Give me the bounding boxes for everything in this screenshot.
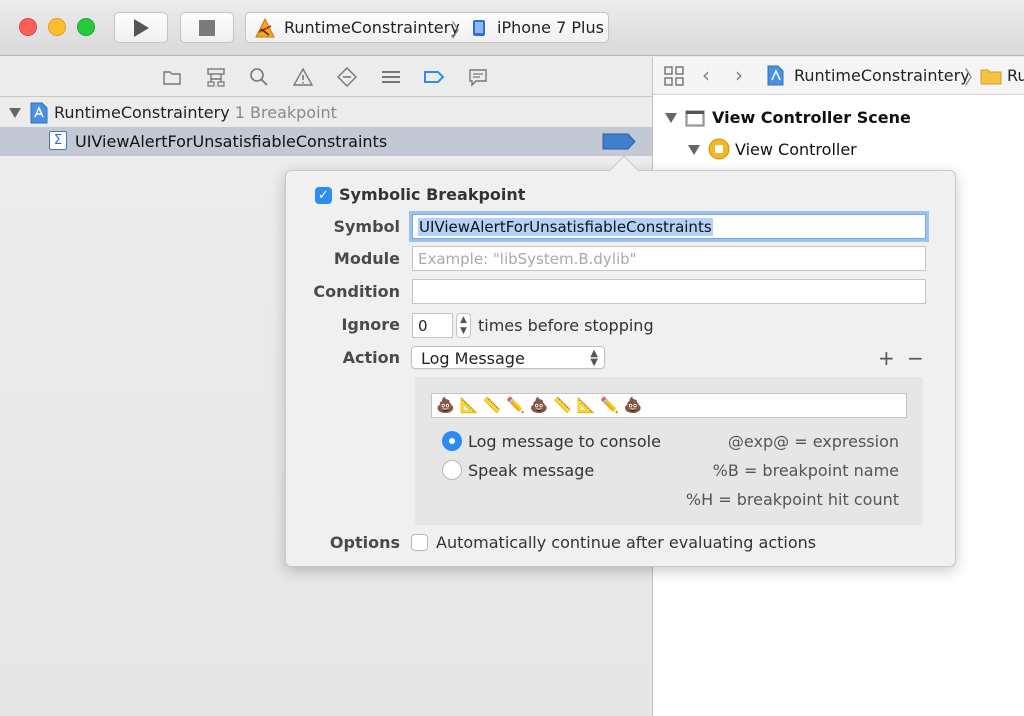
- action-type-popup[interactable]: Log Message ▲ ▼: [411, 346, 605, 369]
- popover-title: Symbolic Breakpoint: [339, 185, 526, 204]
- speak-message-radio[interactable]: [442, 460, 462, 480]
- project-tree-row[interactable]: RuntimeConstraintery 1 Breakpoint: [0, 100, 652, 126]
- report-navigator-icon[interactable]: [467, 66, 489, 88]
- scene-outline-row[interactable]: View Controller Scene: [653, 105, 1024, 131]
- search-icon[interactable]: [248, 66, 270, 88]
- warning-icon[interactable]: [292, 66, 314, 88]
- condition-label: Condition: [313, 282, 400, 301]
- debug-navigator-icon[interactable]: [380, 66, 402, 88]
- scheme-project-name: RuntimeConstraintery: [284, 18, 460, 37]
- app-project-icon: [255, 17, 275, 38]
- symbol-field[interactable]: UIViewAlertForUnsatisfiableConstraints: [412, 214, 926, 239]
- action-type-value: Log Message: [421, 349, 525, 368]
- back-chevron-icon[interactable]: ‹: [702, 63, 710, 87]
- scene-icon: [685, 110, 705, 127]
- log-to-console-label: Log message to console: [468, 432, 661, 451]
- play-icon: [134, 19, 149, 37]
- zoom-window-button[interactable]: [77, 18, 95, 36]
- close-window-button[interactable]: [19, 18, 37, 36]
- xcode-project-icon: [767, 65, 784, 86]
- jumpbar-project-name[interactable]: RuntimeConstraintery: [794, 66, 970, 85]
- view-controller-label: View Controller: [735, 140, 857, 159]
- xcode-project-icon: [30, 102, 48, 124]
- breakpoint-row[interactable]: Σ UIViewAlertForUnsatisfiableConstraints: [0, 127, 652, 156]
- breakpoint-count: 1 Breakpoint: [234, 103, 337, 122]
- ignore-stepper[interactable]: ▲ ▼: [456, 313, 471, 338]
- ignore-suffix-text: times before stopping: [478, 316, 654, 335]
- stop-icon: [199, 20, 215, 36]
- folder-icon[interactable]: [161, 66, 183, 88]
- hint-breakpoint-name: %B = breakpoint name: [712, 461, 899, 480]
- folder-icon: [980, 69, 1002, 85]
- log-message-field[interactable]: 💩 📐 📏 ✏️ 💩 📏 📐 ✏️ 💩: [431, 393, 907, 418]
- project-tree-label: RuntimeConstraintery 1 Breakpoint: [54, 103, 337, 122]
- related-items-grid-icon[interactable]: [664, 66, 684, 86]
- ignore-count-field[interactable]: 0: [412, 313, 453, 338]
- options-label: Options: [329, 533, 400, 552]
- breakpoint-navigator-icon[interactable]: [423, 66, 445, 88]
- navigator-tab-bar: [0, 57, 652, 97]
- jump-bar: ‹ › RuntimeConstraintery 〉 Ru: [653, 57, 1024, 95]
- module-field[interactable]: Example: "libSystem.B.dylib": [412, 246, 926, 271]
- symbol-hierarchy-icon[interactable]: [205, 66, 227, 88]
- disclosure-triangle-icon[interactable]: [9, 108, 21, 118]
- auto-continue-label: Automatically continue after evaluating …: [436, 533, 817, 552]
- remove-action-button[interactable]: −: [907, 346, 924, 370]
- stop-button[interactable]: [180, 12, 234, 43]
- iphone-device-icon: [473, 20, 485, 36]
- popup-arrows-icon: ▲ ▼: [590, 348, 598, 368]
- module-label: Module: [333, 249, 400, 268]
- jumpbar-truncated-item[interactable]: Ru: [1007, 66, 1024, 85]
- auto-continue-checkbox[interactable]: [411, 534, 428, 551]
- hint-hit-count: %H = breakpoint hit count: [685, 490, 899, 509]
- breakpoint-editor-popover: ✓ Symbolic Breakpoint Symbol UIViewAlert…: [285, 155, 956, 567]
- breakpoint-enabled-checkbox[interactable]: ✓: [315, 187, 332, 204]
- symbol-label: Symbol: [333, 217, 400, 236]
- log-to-console-radio[interactable]: [442, 431, 462, 451]
- run-button[interactable]: [114, 12, 168, 43]
- disclosure-triangle-icon[interactable]: [688, 145, 700, 155]
- minimize-window-button[interactable]: [48, 18, 66, 36]
- window-toolbar: RuntimeConstraintery 〉 iPhone 7 Plus: [0, 0, 1024, 56]
- scene-label: View Controller Scene: [712, 108, 911, 127]
- module-placeholder: Example: "libSystem.B.dylib": [418, 250, 637, 268]
- scheme-device-name: iPhone 7 Plus: [497, 18, 604, 37]
- disclosure-triangle-icon[interactable]: [665, 113, 677, 123]
- scheme-separator: 〉: [451, 20, 471, 42]
- ignore-label: Ignore: [341, 315, 400, 334]
- forward-chevron-icon[interactable]: ›: [735, 63, 743, 87]
- action-label: Action: [342, 348, 400, 367]
- speak-message-label: Speak message: [468, 461, 595, 480]
- hint-expression: @exp@ = expression: [727, 432, 899, 451]
- breakpoint-flag-icon[interactable]: [602, 133, 636, 150]
- test-diamond-icon[interactable]: [336, 66, 358, 88]
- symbolic-breakpoint-icon: Σ: [49, 131, 67, 150]
- add-action-button[interactable]: +: [878, 346, 895, 370]
- view-controller-icon: [708, 138, 730, 160]
- breakpoint-label: UIViewAlertForUnsatisfiableConstraints: [75, 132, 388, 151]
- view-controller-outline-row[interactable]: View Controller: [653, 137, 1024, 163]
- log-message-action-panel: 💩 📐 📏 ✏️ 💩 📏 📐 ✏️ 💩 Log message to conso…: [415, 377, 923, 525]
- scheme-selector[interactable]: RuntimeConstraintery 〉 iPhone 7 Plus: [245, 12, 609, 43]
- condition-field[interactable]: [412, 279, 926, 304]
